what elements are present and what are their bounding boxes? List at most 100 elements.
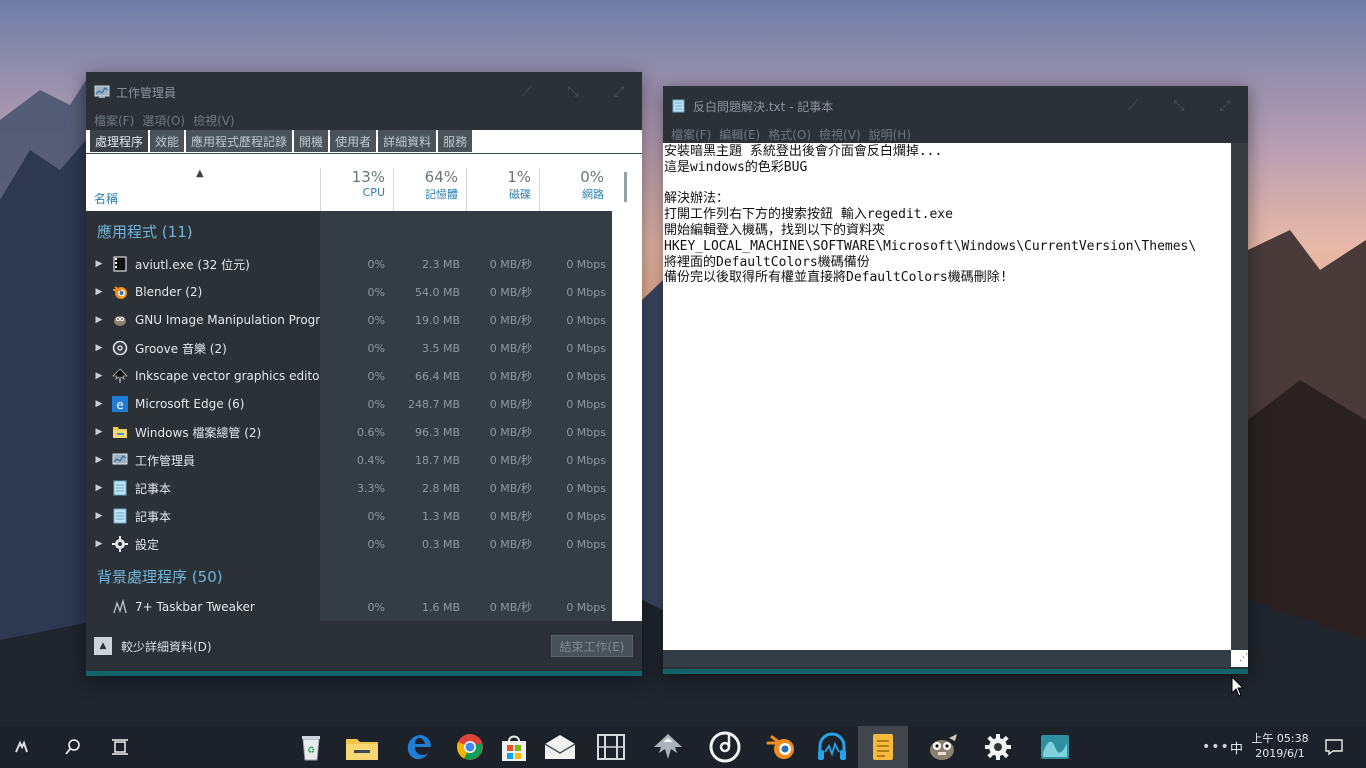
notepad-titlebar[interactable]: 反白問題解決.txt - 記事本 ⟋ ⤡ ⤢ xyxy=(663,86,1248,126)
minimize-button[interactable]: ⟋ xyxy=(504,72,550,112)
accent-strip xyxy=(86,671,642,676)
column-cpu-header[interactable]: 13% CPU xyxy=(320,168,393,212)
mouse-cursor-icon xyxy=(1231,676,1245,697)
expand-chevron-icon[interactable]: ▶ xyxy=(86,259,112,269)
expand-chevron-icon[interactable]: ▶ xyxy=(86,371,112,381)
column-memory-header[interactable]: 64% 記憶體 xyxy=(393,168,466,212)
menu-file[interactable]: 檔案(F) xyxy=(671,126,711,144)
process-row[interactable]: ▶ aviutl.exe (32 位元) 0% 2.3 MB 0 MB/秒 0 Mbps xyxy=(86,250,612,278)
task-view-button[interactable] xyxy=(105,726,135,768)
background-section-header: 背景處理程序 (50) xyxy=(97,566,223,587)
task-view-icon xyxy=(112,739,128,755)
column-network-header[interactable]: 0% 網路 xyxy=(539,168,612,212)
close-button[interactable]: ⤢ xyxy=(1202,86,1248,126)
show-hidden-icons[interactable]: ••• xyxy=(1202,726,1230,768)
accent-strip xyxy=(663,669,1248,674)
clock[interactable]: 上午 05:38 2019/6/1 xyxy=(1248,731,1312,761)
expand-chevron-icon[interactable]: ▶ xyxy=(86,287,112,297)
ime-indicator[interactable]: 中 xyxy=(1230,726,1243,768)
tab-app-history[interactable]: 應用程式歷程記錄 xyxy=(186,130,293,152)
process-row[interactable]: ▶ 記事本 0% 1.3 MB 0 MB/秒 0 Mbps xyxy=(86,502,612,530)
process-net-value: 0 Mbps xyxy=(566,509,606,523)
process-row[interactable]: ▶ e Microsoft Edge (6) 0% 248.7 MB 0 MB/秒 0 Mb… xyxy=(86,390,612,418)
tab-startup[interactable]: 開機 xyxy=(294,130,329,152)
horizontal-scrollbar[interactable] xyxy=(663,650,1231,667)
tab-users[interactable]: 使用者 xyxy=(330,130,377,152)
process-row[interactable]: ▶ 工作管理員 0.4% 18.7 MB 0 MB/秒 0 Mbps xyxy=(86,446,612,474)
menu-help[interactable]: 說明(H) xyxy=(869,126,911,144)
tab-details[interactable]: 詳細資料 xyxy=(378,130,437,152)
action-center-button[interactable] xyxy=(1324,726,1344,768)
process-row[interactable]: ▶ Groove 音樂 (2) 0% 3.5 MB 0 MB/秒 0 Mbps xyxy=(86,334,612,362)
wave-icon[interactable] xyxy=(1032,726,1078,768)
expand-chevron-icon[interactable]: ▶ xyxy=(86,343,112,353)
gimp-icon[interactable] xyxy=(918,726,966,768)
resize-grip-icon[interactable]: ⋰ xyxy=(1231,650,1248,667)
process-name: 記事本 xyxy=(135,481,172,496)
menu-options[interactable]: 選項(O) xyxy=(142,112,185,130)
vertical-scrollbar[interactable] xyxy=(1231,143,1248,650)
notepad-taskbar-button[interactable] xyxy=(858,726,908,768)
recycle-bin-icon[interactable]: ♻ xyxy=(295,726,327,768)
mail-icon[interactable] xyxy=(542,726,578,768)
ime-label: 中 xyxy=(1230,741,1244,757)
notepad-text-area[interactable]: 安裝暗黑主題 系統登出後會介面會反白爛掉... 這是windows的色彩BUG … xyxy=(663,143,1231,650)
blender-icon[interactable] xyxy=(764,726,800,768)
process-row[interactable]: ▶ Blender (2) 0% 54.0 MB 0 MB/秒 0 Mbps xyxy=(86,278,612,306)
menu-file[interactable]: 檔案(F) xyxy=(94,112,134,130)
expand-chevron-icon[interactable]: ▶ xyxy=(86,511,112,521)
maximize-button[interactable]: ⤡ xyxy=(1156,86,1202,126)
scroll-thumb[interactable] xyxy=(624,172,627,202)
expand-chevron-icon[interactable]: ▶ xyxy=(86,483,112,493)
process-row[interactable]: ▶ 設定 0% 0.3 MB 0 MB/秒 0 Mbps xyxy=(86,530,612,558)
menu-format[interactable]: 格式(O) xyxy=(768,126,811,144)
process-cpu-value: 0% xyxy=(367,369,385,383)
menu-view[interactable]: 檢視(V) xyxy=(819,126,861,144)
tab-performance[interactable]: 效能 xyxy=(150,130,185,152)
process-row[interactable]: ▶ GNU Image Manipulation Progr... 0% 19.0 M… xyxy=(86,306,612,334)
expand-chevron-icon[interactable]: ▶ xyxy=(86,399,112,409)
groove-icon[interactable] xyxy=(706,726,744,768)
expand-chevron-icon[interactable]: ▶ xyxy=(86,455,112,465)
menu-edit[interactable]: 編輯(E) xyxy=(719,126,760,144)
process-row[interactable]: 7+ Taskbar Tweaker 0% 1.6 MB 0 MB/秒 0 Mbps xyxy=(86,593,612,621)
chevron-up-icon[interactable]: ▲ xyxy=(94,637,112,655)
notepad-icon xyxy=(873,734,893,760)
process-name: Inkscape vector graphics editor xyxy=(135,369,320,383)
column-disk-header[interactable]: 1% 磁碟 xyxy=(466,168,539,212)
chrome-icon[interactable] xyxy=(454,726,486,768)
maximize-button[interactable]: ⤡ xyxy=(550,72,596,112)
end-task-button[interactable]: 結束工作(E) xyxy=(551,635,633,657)
store-icon[interactable] xyxy=(498,726,530,768)
apps-section-count: (11) xyxy=(161,223,193,241)
process-scrollbar[interactable] xyxy=(612,154,642,564)
expand-chevron-icon[interactable]: ▶ xyxy=(86,315,112,325)
tab-processes[interactable]: 處理程序 xyxy=(90,130,149,152)
search-button[interactable] xyxy=(58,726,88,768)
settings-icon[interactable] xyxy=(976,726,1020,768)
process-row[interactable]: ▶ Inkscape vector graphics editor 0% 66.4 M… xyxy=(86,362,612,390)
edge-icon[interactable] xyxy=(403,726,435,768)
task-manager-titlebar[interactable]: 工作管理員 ⟋ ⤡ ⤢ xyxy=(86,72,642,112)
minimize-button[interactable]: ⟋ xyxy=(1110,86,1156,126)
inkscape-icon[interactable] xyxy=(648,726,688,768)
close-button[interactable]: ⤢ xyxy=(596,72,642,112)
menu-view[interactable]: 檢視(V) xyxy=(193,112,235,130)
notepad-window: 反白問題解決.txt - 記事本 ⟋ ⤡ ⤢ 檔案(F) 編輯(E) 格式(O)… xyxy=(663,86,1248,674)
process-row[interactable]: ▶ 記事本 3.3% 2.8 MB 0 MB/秒 0 Mbps xyxy=(86,474,612,502)
process-disk-value: 0 MB/秒 xyxy=(489,286,532,299)
expand-chevron-icon[interactable]: ▶ xyxy=(86,539,112,549)
process-name: Groove 音樂 (2) xyxy=(135,341,227,356)
audio-icon[interactable] xyxy=(814,726,850,768)
process-net-value: 0 Mbps xyxy=(566,257,606,271)
process-row[interactable]: ▶ Windows 檔案總管 (2) 0.6% 96.3 MB 0 MB/秒 0 Mbps xyxy=(86,418,612,446)
fewer-details-link[interactable]: 較少詳細資料(D) xyxy=(121,638,551,655)
column-name-header[interactable]: 名稱 xyxy=(94,190,118,207)
memory-label: 記憶體 xyxy=(425,188,458,201)
film-icon[interactable] xyxy=(594,726,628,768)
tab-services[interactable]: 服務 xyxy=(438,130,473,152)
disk-label: 磁碟 xyxy=(509,188,531,201)
start-button[interactable] xyxy=(8,726,38,768)
file-explorer-icon[interactable] xyxy=(344,726,380,768)
expand-chevron-icon[interactable]: ▶ xyxy=(86,427,112,437)
